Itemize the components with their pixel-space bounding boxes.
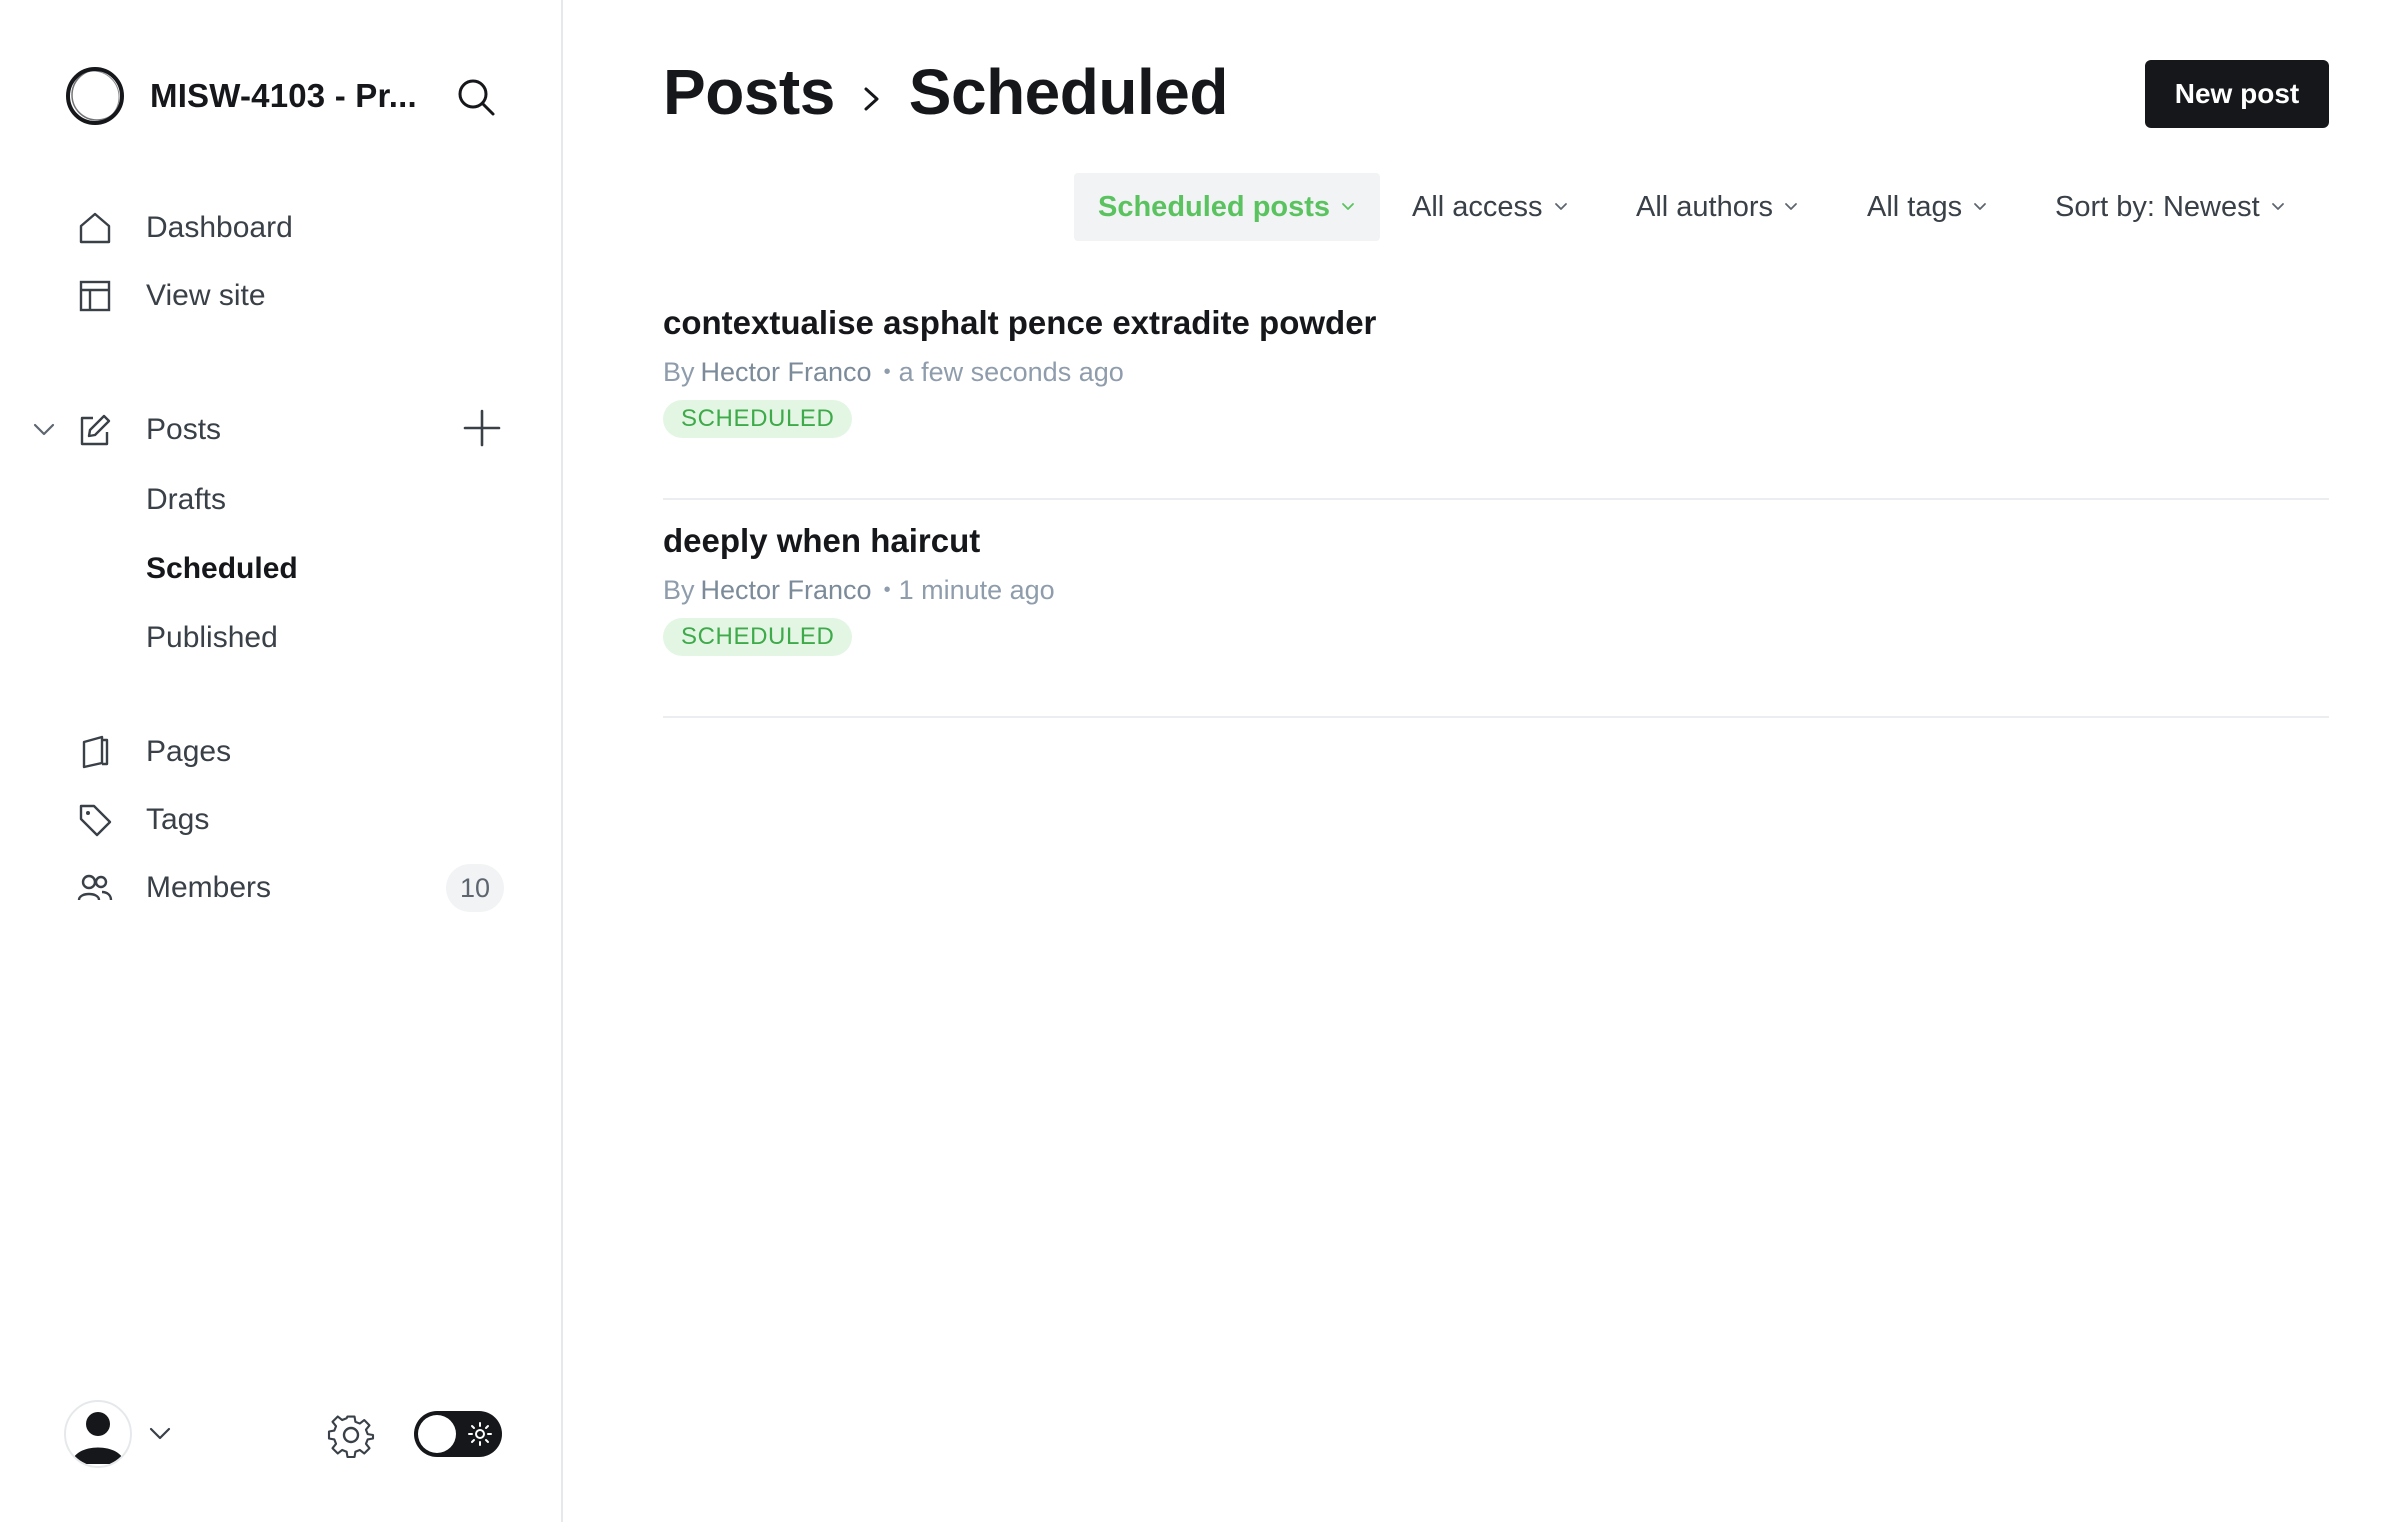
chevron-down-icon[interactable]	[146, 1420, 174, 1448]
gear-icon[interactable]	[326, 1410, 376, 1460]
chevron-down-icon[interactable]	[30, 416, 58, 444]
sidebar-item-drafts[interactable]: Drafts	[146, 478, 226, 522]
sidebar: MISW-4103 - Pr... Dashboard View site Po…	[0, 0, 563, 1522]
site-title: MISW-4103 - Pr...	[150, 77, 417, 114]
chevron-down-icon	[1554, 203, 1567, 210]
filter-label: Scheduled posts	[1098, 190, 1331, 223]
sidebar-item-label: View site	[146, 279, 266, 312]
tag-icon	[76, 801, 114, 839]
site-brand[interactable]: MISW-4103 - Pr...	[64, 64, 417, 128]
filter-bar: Scheduled posts All access All authors A…	[565, 173, 2400, 241]
sidebar-item-view-site[interactable]: View site	[76, 272, 266, 320]
main-content: Posts Scheduled New post Scheduled posts…	[565, 0, 2400, 1522]
post-meta: By Hector Franco • 1 minute ago	[663, 575, 1055, 606]
post-author: Hector Franco	[700, 575, 872, 605]
sidebar-item-pages[interactable]: Pages	[76, 728, 231, 776]
sidebar-item-label: Dashboard	[146, 211, 293, 244]
sort-filter[interactable]: Sort by: Newest	[2055, 173, 2286, 241]
sidebar-item-dashboard[interactable]: Dashboard	[76, 204, 293, 252]
sidebar-item-members[interactable]: Members	[76, 864, 271, 912]
sidebar-item-label: Members	[146, 871, 272, 904]
edit-icon	[76, 411, 114, 449]
post-title: deeply when haircut	[663, 522, 981, 559]
page-title: Scheduled	[908, 56, 1229, 128]
post-time: a few seconds ago	[898, 357, 1124, 387]
status-badge: SCHEDULED	[663, 618, 853, 656]
new-post-button[interactable]: New post	[2145, 60, 2329, 128]
chevron-right-icon	[864, 87, 879, 111]
status-badge: SCHEDULED	[663, 400, 853, 438]
layout-icon	[76, 277, 114, 315]
sun-icon	[468, 1422, 492, 1446]
tags-filter[interactable]: All tags	[1867, 173, 1988, 241]
post-author: Hector Franco	[700, 357, 872, 387]
post-time: 1 minute ago	[898, 575, 1055, 605]
breadcrumb-posts-link[interactable]: Posts	[663, 55, 835, 129]
sidebar-item-label: Posts	[146, 413, 222, 446]
search-icon[interactable]	[455, 76, 497, 118]
meta-separator: •	[883, 579, 891, 601]
sidebar-item-tags[interactable]: Tags	[76, 796, 209, 844]
post-type-filter[interactable]: Scheduled posts	[1074, 173, 1381, 241]
members-count-badge: 10	[446, 864, 504, 912]
page-icon	[76, 733, 114, 771]
post-meta: By Hector Franco • a few seconds ago	[663, 357, 1124, 388]
members-icon	[76, 869, 114, 907]
add-post-icon[interactable]	[462, 408, 502, 448]
sidebar-item-label: Pages	[146, 735, 232, 768]
post-title: contextualise asphalt pence extradite po…	[663, 304, 1377, 341]
site-logo-icon	[66, 67, 124, 125]
post-by-label: By	[663, 357, 695, 387]
user-avatar-icon	[72, 1412, 124, 1464]
post-list-item[interactable]: contextualise asphalt pence extradite po…	[663, 282, 2329, 500]
home-icon	[76, 209, 114, 247]
chevron-down-icon	[2271, 203, 2284, 210]
filter-label: All authors	[1636, 190, 1774, 223]
post-list-item[interactable]: deeply when haircut By Hector Franco • 1…	[663, 500, 2329, 718]
user-avatar[interactable]	[64, 1400, 132, 1468]
filter-label: Sort by: Newest	[2055, 190, 2260, 223]
filter-label: All tags	[1867, 190, 1963, 223]
breadcrumb: Posts Scheduled	[663, 52, 1228, 132]
sidebar-item-published[interactable]: Published	[146, 616, 278, 660]
sidebar-item-posts[interactable]: Posts	[76, 406, 221, 454]
meta-separator: •	[883, 361, 891, 383]
toggle-knob	[418, 1415, 456, 1453]
chevron-down-icon	[1785, 203, 1797, 210]
authors-filter[interactable]: All authors	[1636, 173, 1799, 241]
access-filter[interactable]: All access	[1412, 173, 1569, 241]
chevron-down-icon	[1974, 203, 1987, 210]
post-by-label: By	[663, 575, 695, 605]
filter-label: All access	[1412, 190, 1543, 223]
sidebar-item-label: Tags	[146, 803, 210, 836]
chevron-down-icon	[1342, 203, 1354, 210]
sidebar-item-scheduled[interactable]: Scheduled	[146, 547, 298, 591]
theme-toggle[interactable]	[414, 1411, 502, 1457]
